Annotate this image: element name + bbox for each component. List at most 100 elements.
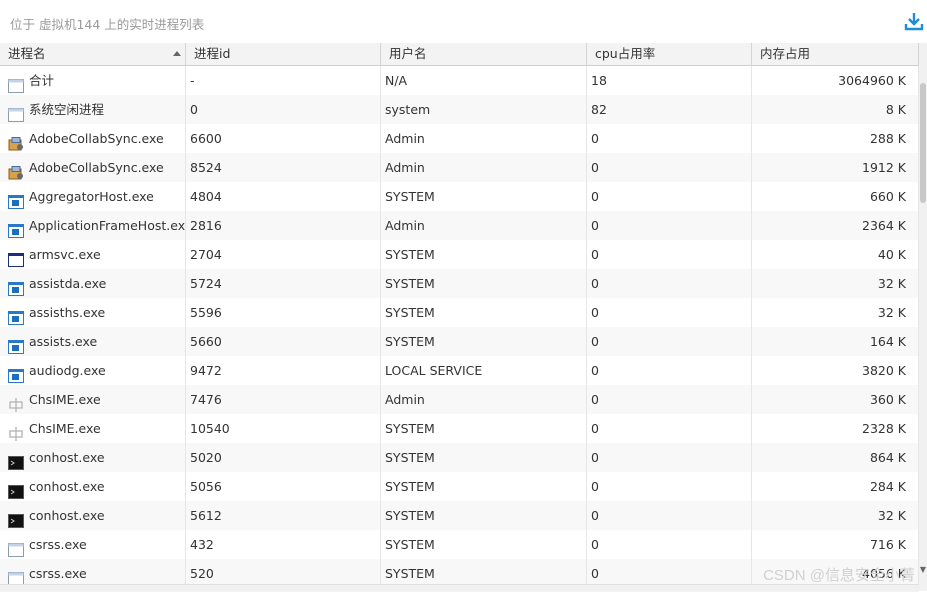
cell-pid: 10540 — [186, 414, 381, 443]
cell-process-name: conhost.exe — [0, 443, 186, 472]
table-row[interactable]: audiodg.exe 9472 LOCAL SERVICE 0 3820 K — [0, 356, 919, 385]
cell-pid: 7476 — [186, 385, 381, 414]
cell-process-name: ChsIME.exe — [0, 414, 186, 443]
table-row[interactable]: armsvc.exe 2704 SYSTEM 0 40 K — [0, 240, 919, 269]
cell-memory: 32 K — [752, 298, 919, 327]
cell-memory: 284 K — [752, 472, 919, 501]
column-header-user[interactable]: 用户名 — [381, 43, 587, 65]
cell-memory: 864 K — [752, 443, 919, 472]
scroll-down-icon[interactable]: ▼ — [919, 565, 927, 575]
table-row[interactable]: assistda.exe 5724 SYSTEM 0 32 K — [0, 269, 919, 298]
table-row[interactable]: conhost.exe 5020 SYSTEM 0 864 K — [0, 443, 919, 472]
process-name-text: ApplicationFrameHost.exe — [29, 218, 186, 233]
download-icon[interactable] — [903, 10, 925, 32]
cell-cpu: 0 — [587, 472, 752, 501]
console-icon — [8, 509, 24, 528]
table-row[interactable]: assists.exe 5660 SYSTEM 0 164 K — [0, 327, 919, 356]
process-name-text: armsvc.exe — [29, 247, 101, 262]
cell-cpu: 0 — [587, 153, 752, 182]
cell-memory: 32 K — [752, 501, 919, 530]
cell-user: Admin — [381, 385, 587, 414]
table-row[interactable]: conhost.exe 5056 SYSTEM 0 284 K — [0, 472, 919, 501]
column-header-pid[interactable]: 进程id — [186, 43, 381, 65]
table-row[interactable]: assisths.exe 5596 SYSTEM 0 32 K — [0, 298, 919, 327]
cell-process-name: ChsIME.exe — [0, 385, 186, 414]
table-row[interactable]: ChsIME.exe 10540 SYSTEM 0 2328 K — [0, 414, 919, 443]
ime-icon — [8, 393, 24, 412]
process-name-text: ChsIME.exe — [29, 421, 101, 436]
cell-pid: - — [186, 66, 381, 95]
cell-user: SYSTEM — [381, 443, 587, 472]
table-row[interactable]: 系统空闲进程 0 system 82 8 K — [0, 95, 919, 124]
cell-user: SYSTEM — [381, 530, 587, 559]
process-name-text: audiodg.exe — [29, 363, 106, 378]
cell-process-name: assisths.exe — [0, 298, 186, 327]
cell-pid: 4804 — [186, 182, 381, 211]
watermark: CSDN @信息安全小菁 — [763, 567, 915, 584]
app-icon — [8, 335, 24, 354]
cell-process-name: assists.exe — [0, 327, 186, 356]
cell-pid: 5724 — [186, 269, 381, 298]
cell-cpu: 0 — [587, 501, 752, 530]
title-bar: 位于 虚拟机144 上的实时进程列表 — [0, 0, 927, 44]
window-icon — [8, 567, 24, 586]
table-row[interactable]: AdobeCollabSync.exe 6600 Admin 0 288 K — [0, 124, 919, 153]
column-header-memory[interactable]: 内存占用 — [752, 43, 919, 65]
cell-pid: 0 — [186, 95, 381, 124]
cell-memory: 8 K — [752, 95, 919, 124]
process-name-text: AggregatorHost.exe — [29, 189, 154, 204]
table-body: 合计 - N/A 18 3064960 K 系统空闲进程 0 system 82 8 K Adobe… — [0, 66, 919, 588]
vertical-scrollbar[interactable]: ▼ — [919, 43, 927, 591]
sort-ascending-icon — [173, 51, 181, 56]
cell-cpu: 0 — [587, 530, 752, 559]
table-row[interactable]: conhost.exe 5612 SYSTEM 0 32 K — [0, 501, 919, 530]
app-icon — [8, 277, 24, 296]
cell-process-name: conhost.exe — [0, 472, 186, 501]
process-name-text: 合计 — [29, 73, 55, 88]
cell-process-name: AdobeCollabSync.exe — [0, 153, 186, 182]
cell-user: SYSTEM — [381, 182, 587, 211]
process-name-text: AdobeCollabSync.exe — [29, 131, 164, 146]
ime-icon — [8, 422, 24, 441]
cell-user: SYSTEM — [381, 327, 587, 356]
cell-user: SYSTEM — [381, 414, 587, 443]
cell-memory: 716 K — [752, 530, 919, 559]
column-header-label: cpu占用率 — [595, 46, 656, 61]
cell-user: LOCAL SERVICE — [381, 356, 587, 385]
column-header-name[interactable]: 进程名 — [0, 43, 186, 65]
frame-icon — [8, 248, 24, 267]
cell-cpu: 0 — [587, 182, 752, 211]
cell-cpu: 0 — [587, 327, 752, 356]
window-icon — [8, 538, 24, 557]
process-name-text: assistda.exe — [29, 276, 107, 291]
cell-user: SYSTEM — [381, 240, 587, 269]
table-row[interactable]: AggregatorHost.exe 4804 SYSTEM 0 660 K — [0, 182, 919, 211]
column-header-label: 用户名 — [389, 46, 427, 61]
installer-icon — [8, 132, 24, 150]
cell-cpu: 0 — [587, 211, 752, 240]
table-row[interactable]: AdobeCollabSync.exe 8524 Admin 0 1912 K — [0, 153, 919, 182]
process-name-text: conhost.exe — [29, 508, 105, 523]
process-name-text: assists.exe — [29, 334, 98, 349]
process-table: 进程名 进程id 用户名 cpu占用率 内存占用 合计 - N/A 18 3064960… — [0, 43, 919, 591]
table-row[interactable]: 合计 - N/A 18 3064960 K — [0, 66, 919, 95]
cell-process-name: csrss.exe — [0, 530, 186, 559]
cell-pid: 432 — [186, 530, 381, 559]
table-row[interactable]: ApplicationFrameHost.exe 2816 Admin 0 2364 K — [0, 211, 919, 240]
cell-user: N/A — [381, 66, 587, 95]
cell-memory: 288 K — [752, 124, 919, 153]
cell-cpu: 0 — [587, 385, 752, 414]
cell-cpu: 82 — [587, 95, 752, 124]
column-header-label: 内存占用 — [760, 46, 811, 61]
column-header-cpu[interactable]: cpu占用率 — [587, 43, 752, 65]
cell-user: SYSTEM — [381, 472, 587, 501]
window-title: 位于 虚拟机144 上的实时进程列表 — [10, 17, 205, 32]
cell-cpu: 0 — [587, 269, 752, 298]
scrollbar-thumb[interactable] — [920, 83, 926, 203]
cell-pid: 5020 — [186, 443, 381, 472]
cell-memory: 2364 K — [752, 211, 919, 240]
table-row[interactable]: csrss.exe 432 SYSTEM 0 716 K — [0, 530, 919, 559]
process-name-text: assisths.exe — [29, 305, 106, 320]
app-icon — [8, 364, 24, 383]
table-row[interactable]: ChsIME.exe 7476 Admin 0 360 K — [0, 385, 919, 414]
